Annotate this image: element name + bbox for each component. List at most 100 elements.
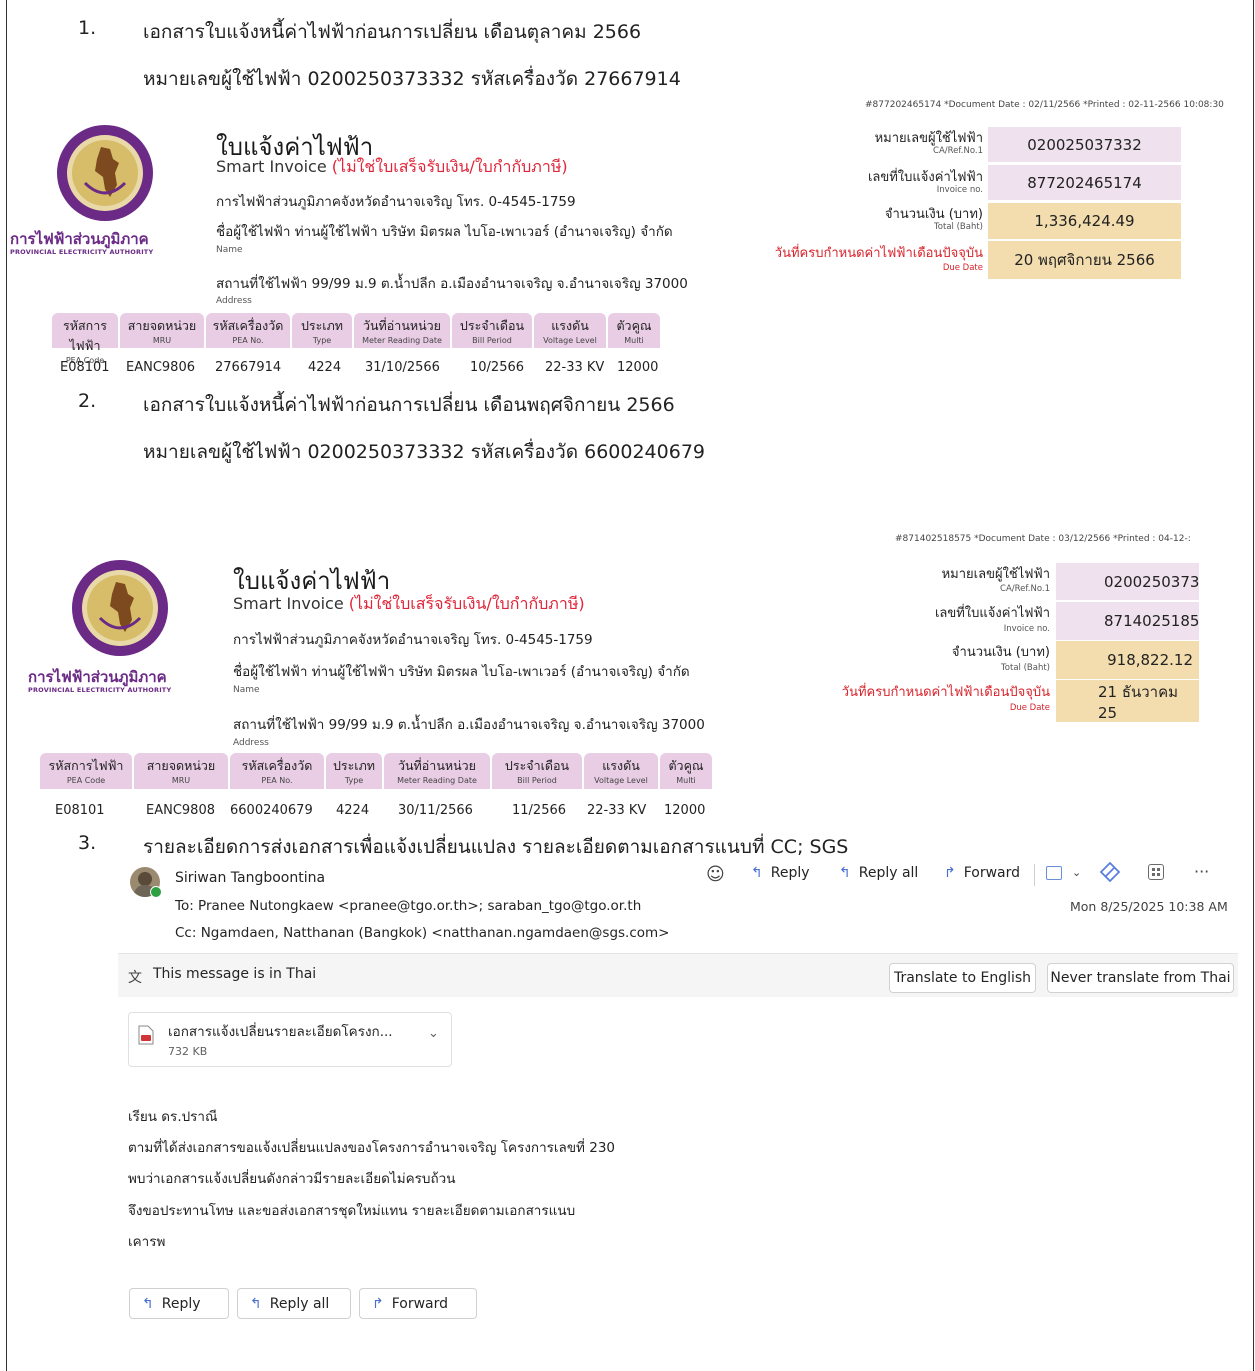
apps-grid-icon[interactable] [1148,864,1164,880]
doc-ref: #877202465174 *Document Date : 02/11/256… [865,100,1224,110]
emoji-reaction-icon[interactable]: ☺ [706,864,725,885]
value-multi: 12000 [664,803,706,818]
value-mru: EANC9808 [146,803,215,818]
smart-invoice-label: Smart Invoice [216,157,327,176]
invoice-no-en-label: Invoice no. [1003,624,1050,634]
value-type: 4224 [336,803,370,818]
forward-button[interactable]: ↱ Forward [944,865,1020,881]
tab-multi: ตัวคูณ Multi [660,753,712,789]
email-date: Mon 8/25/2025 10:38 AM [1070,899,1228,914]
teams-share-icon[interactable] [1046,866,1062,880]
email-body-line-1: เรียน ดร.ปราณี [128,1109,218,1125]
loop-component-icon[interactable] [1099,861,1121,883]
attachment-chevron-down-icon[interactable]: ⌄ [428,1026,439,1041]
section-2-heading: เอกสารใบแจ้งหนี้ค่าไฟฟ้าก่อนการเปลี่ยน เ… [143,394,675,416]
reply-arrow-icon: ↰ [142,1295,154,1312]
due-date-label: วันที่ครบกำหนดค่าไฟฟ้าเดือนปัจจุบัน [774,246,983,261]
tab-bill-period: ประจำเดือน Bill Period [492,753,582,789]
value-multi: 12000 [617,360,659,375]
pdf-file-icon [138,1025,154,1045]
ca-value: 02002503733 [1056,563,1199,600]
amount-en-label: Total (Baht) [934,222,983,232]
due-date-value: 20 พฤศจิกายน 2566 [988,241,1181,279]
email-body-line-4: จึงขอประทานโทษ และขอส่งเอกสารชุดใหม่แทน … [128,1203,576,1219]
tab-meter-reading-date: วันที่อ่านหน่วย Meter Reading Date [354,313,450,348]
section-1-meter-line: หมายเลขผู้ใช้ไฟฟ้า 0200250373332 รหัสเคร… [143,68,681,90]
translate-icon: 文 [128,970,142,986]
tab-type: ประเภท Type [292,313,352,348]
customer-name: ชื่อผู้ใช้ไฟฟ้า ท่านผู้ใช้ไฟฟ้า บริษัท ม… [216,224,673,240]
doc-ref: #871402518575 *Document Date : 03/12/256… [895,534,1191,544]
address-line: สถานที่ใช้ไฟฟ้า 99/99 ม.9 ต.น้ำปลีก อ.เม… [216,276,688,292]
reply-all-button[interactable]: ↰ Reply all [839,865,918,881]
due-date-en-label: Due Date [1009,703,1050,713]
section-2-number: 2. [78,390,97,412]
logo-english-text: PROVINCIAL ELECTRICITY AUTHORITY [28,686,172,694]
invoice-no-value: 877202465174 [988,165,1181,200]
value-bill-period: 11/2566 [512,803,567,818]
amount-value: 1,336,424.49 [988,203,1181,239]
invoice-no-label: เลขที่ใบแจ้งค่าไฟฟ้า [934,606,1050,621]
tab-pea-code: รหัสการไฟฟ้า PEA Code [40,753,132,789]
due-date-label: วันที่ครบกำหนดค่าไฟฟ้าเดือนปัจจุบัน [841,685,1050,700]
cc-recipients[interactable]: Cc: Ngamdaen, Natthanan (Bangkok) <natth… [175,925,669,941]
translate-to-english-button[interactable]: Translate to English [889,963,1036,993]
value-reading-date: 31/10/2566 [365,360,440,375]
due-date-value: 21 ธันวาคม 25 [1056,680,1199,722]
value-voltage: 22-33 KV [587,803,647,818]
office-line: การไฟฟ้าส่วนภูมิภาคจังหวัดอำนาจเจริญ โทร… [233,632,593,648]
value-pea-no: 27667914 [215,360,282,375]
chevron-down-icon[interactable]: ⌄ [1072,866,1081,879]
ca-label: หมายเลขผู้ใช้ไฟฟ้า [874,131,983,146]
office-line: การไฟฟ้าส่วนภูมิภาคจังหวัดอำนาจเจริญ โทร… [216,194,576,210]
logo-english-text: PROVINCIAL ELECTRICITY AUTHORITY [10,248,154,256]
ca-value: 020025037332 [988,127,1181,162]
more-options-icon[interactable]: ··· [1194,862,1209,881]
section-3-heading: รายละเอียดการส่งเอกสารเพื่อแจ้งเปลี่ยนแป… [143,836,849,858]
name-en-label: Name [233,685,260,695]
address-en-label: Address [216,296,252,306]
to-recipients[interactable]: To: Pranee Nutongkaew <pranee@tgo.or.th>… [175,898,641,914]
attachment-size: 732 KB [168,1045,208,1058]
amount-en-label: Total (Baht) [1001,663,1050,673]
bottom-reply-button[interactable]: ↰ Reply [129,1288,229,1319]
sender-name[interactable]: Siriwan Tangboontina [175,870,325,886]
amount-label: จำนวนเงิน (บาท) [951,645,1050,660]
ca-en-label: CA/Ref.No.1 [1000,584,1050,594]
email-body-line-5: เคารพ [128,1234,166,1250]
value-voltage: 22-33 KV [545,360,605,375]
value-reading-date: 30/11/2566 [398,803,473,818]
customer-name: ชื่อผู้ใช้ไฟฟ้า ท่านผู้ใช้ไฟฟ้า บริษัท ม… [233,664,690,680]
bottom-reply-all-button[interactable]: ↰ Reply all [237,1288,351,1319]
tab-voltage-level: แรงดัน Voltage Level [584,753,658,789]
section-1-number: 1. [78,17,97,39]
due-date-en-label: Due Date [942,263,983,273]
section-1-heading: เอกสารใบแจ้งหนี้ค่าไฟฟ้าก่อนการเปลี่ยน เ… [143,21,642,43]
pea-emblem-icon [57,125,153,221]
reply-all-arrow-icon: ↰ [250,1295,262,1312]
tab-pea-no: รหัสเครื่องวัด PEA No. [206,313,290,348]
value-bill-period: 10/2566 [470,360,525,375]
address-en-label: Address [233,738,269,748]
tab-type: ประเภท Type [326,753,382,789]
forward-arrow-icon: ↱ [372,1295,384,1312]
reply-arrow-icon: ↰ [751,865,763,881]
value-pea-no: 6600240679 [230,803,313,818]
ca-label: หมายเลขผู้ใช้ไฟฟ้า [941,567,1050,582]
amount-value: 918,822.12 [1056,641,1199,679]
never-translate-button[interactable]: Never translate from Thai [1047,963,1234,993]
tab-multi: ตัวคูณ Multi [608,313,660,348]
name-en-label: Name [216,245,243,255]
value-pea-code: E08101 [60,360,110,375]
tab-bill-period: ประจำเดือน Bill Period [452,313,532,348]
amount-label: จำนวนเงิน (บาท) [884,207,983,222]
value-type: 4224 [308,360,342,375]
attachment-name[interactable]: เอกสารแจ้งเปลี่ยนรายละเอียดโครงก... [168,1020,393,1042]
reply-button[interactable]: ↰ Reply [751,865,810,881]
tab-voltage-level: แรงดัน Voltage Level [534,313,606,348]
not-receipt-note: (ไม่ใช่ใบเสร็จรับเงิน/ใบกำกับภาษี) [331,157,568,176]
invoice-subtitle: Smart Invoice (ไม่ใช่ใบเสร็จรับเงิน/ใบกำ… [233,592,585,617]
invoice-subtitle: Smart Invoice (ไม่ใช่ใบเสร็จรับเงิน/ใบกำ… [216,155,568,180]
bottom-forward-button[interactable]: ↱ Forward [359,1288,477,1319]
smart-invoice-label: Smart Invoice [233,594,344,613]
